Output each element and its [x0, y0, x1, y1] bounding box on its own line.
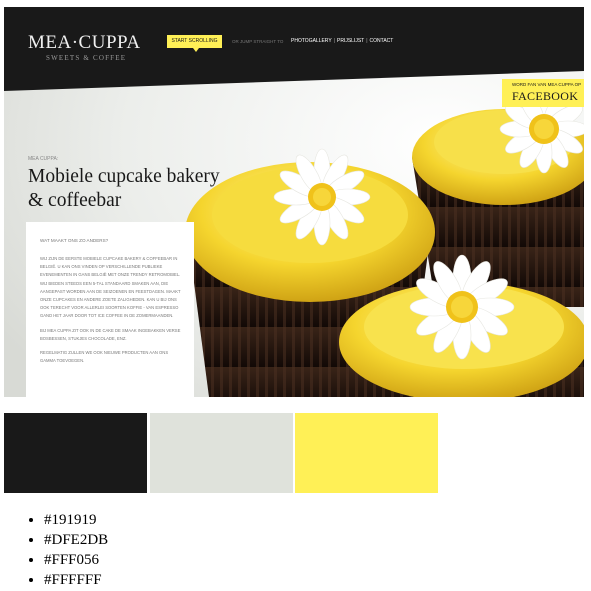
logo-subtitle: SWEETS & COFFEE — [46, 54, 127, 62]
hero-tagline: MEA CUPPA: — [28, 156, 59, 162]
website-screenshot: MEA·CUPPA SWEETS & COFFEE START SCROLLIN… — [4, 7, 584, 397]
hero-headline-line-1: Mobiele cupcake bakery — [28, 166, 220, 187]
swatch-2 — [150, 413, 293, 493]
intro-text-box: WAT MAAKT ONS ZO ANDERS? WIJ ZIJN DE EER… — [26, 222, 194, 397]
main-nav: PHOTOGALLERY | PRIJSLIJST | CONTACT — [291, 38, 393, 44]
swatch-3 — [295, 413, 438, 493]
site-logo[interactable]: MEA·CUPPA — [28, 32, 141, 54]
nav-link-contact[interactable]: CONTACT — [370, 38, 394, 44]
color-code-list: #191919 #DFE2DB #FFF056 #FFFFFF — [24, 510, 108, 590]
start-scrolling-button[interactable]: START SCROLLING — [167, 35, 222, 52]
nav-lead-text: OR JUMP STRAIGHT TO — [232, 39, 284, 44]
intro-body: WIJ ZIJN DE EERSTE MOBIELE CUPCAKE BAKER… — [40, 255, 182, 371]
color-code-item: #FFF056 — [44, 550, 108, 570]
color-code-item: #191919 — [44, 510, 108, 530]
facebook-badge-caption: WORD FAN VAN MEA CUPPA OP — [512, 82, 582, 87]
intro-paragraph: REGELMATIG ZULLEN WE OOK NIEUWE PRODUCTE… — [40, 350, 169, 364]
hero-headline: Mobiele cupcake bakery & coffeebar — [28, 165, 258, 213]
hero-headline-line-2: & coffeebar — [28, 190, 122, 211]
intro-paragraph: BIJ MEA CUPPA ZIT OOK IN DE CAKE DE SMAA… — [40, 327, 181, 341]
nav-link-photogallery[interactable]: PHOTOGALLERY — [291, 38, 332, 44]
color-code-item: #FFFFFF — [44, 570, 108, 590]
nav-link-prijslijst[interactable]: PRIJSLIJST — [337, 38, 364, 44]
color-code-item: #DFE2DB — [44, 530, 108, 550]
intro-heading: WAT MAAKT ONS ZO ANDERS? — [40, 238, 109, 243]
swatch-1 — [4, 413, 147, 493]
intro-paragraph: WIJ ZIJN DE EERSTE MOBIELE CUPCAKE BAKER… — [40, 256, 181, 319]
facebook-badge-title: FACEBOOK — [512, 89, 579, 103]
nav-separator: | — [333, 38, 335, 44]
nav-separator: | — [366, 38, 368, 44]
facebook-badge[interactable]: WORD FAN VAN MEA CUPPA OP FACEBOOK — [502, 79, 584, 107]
